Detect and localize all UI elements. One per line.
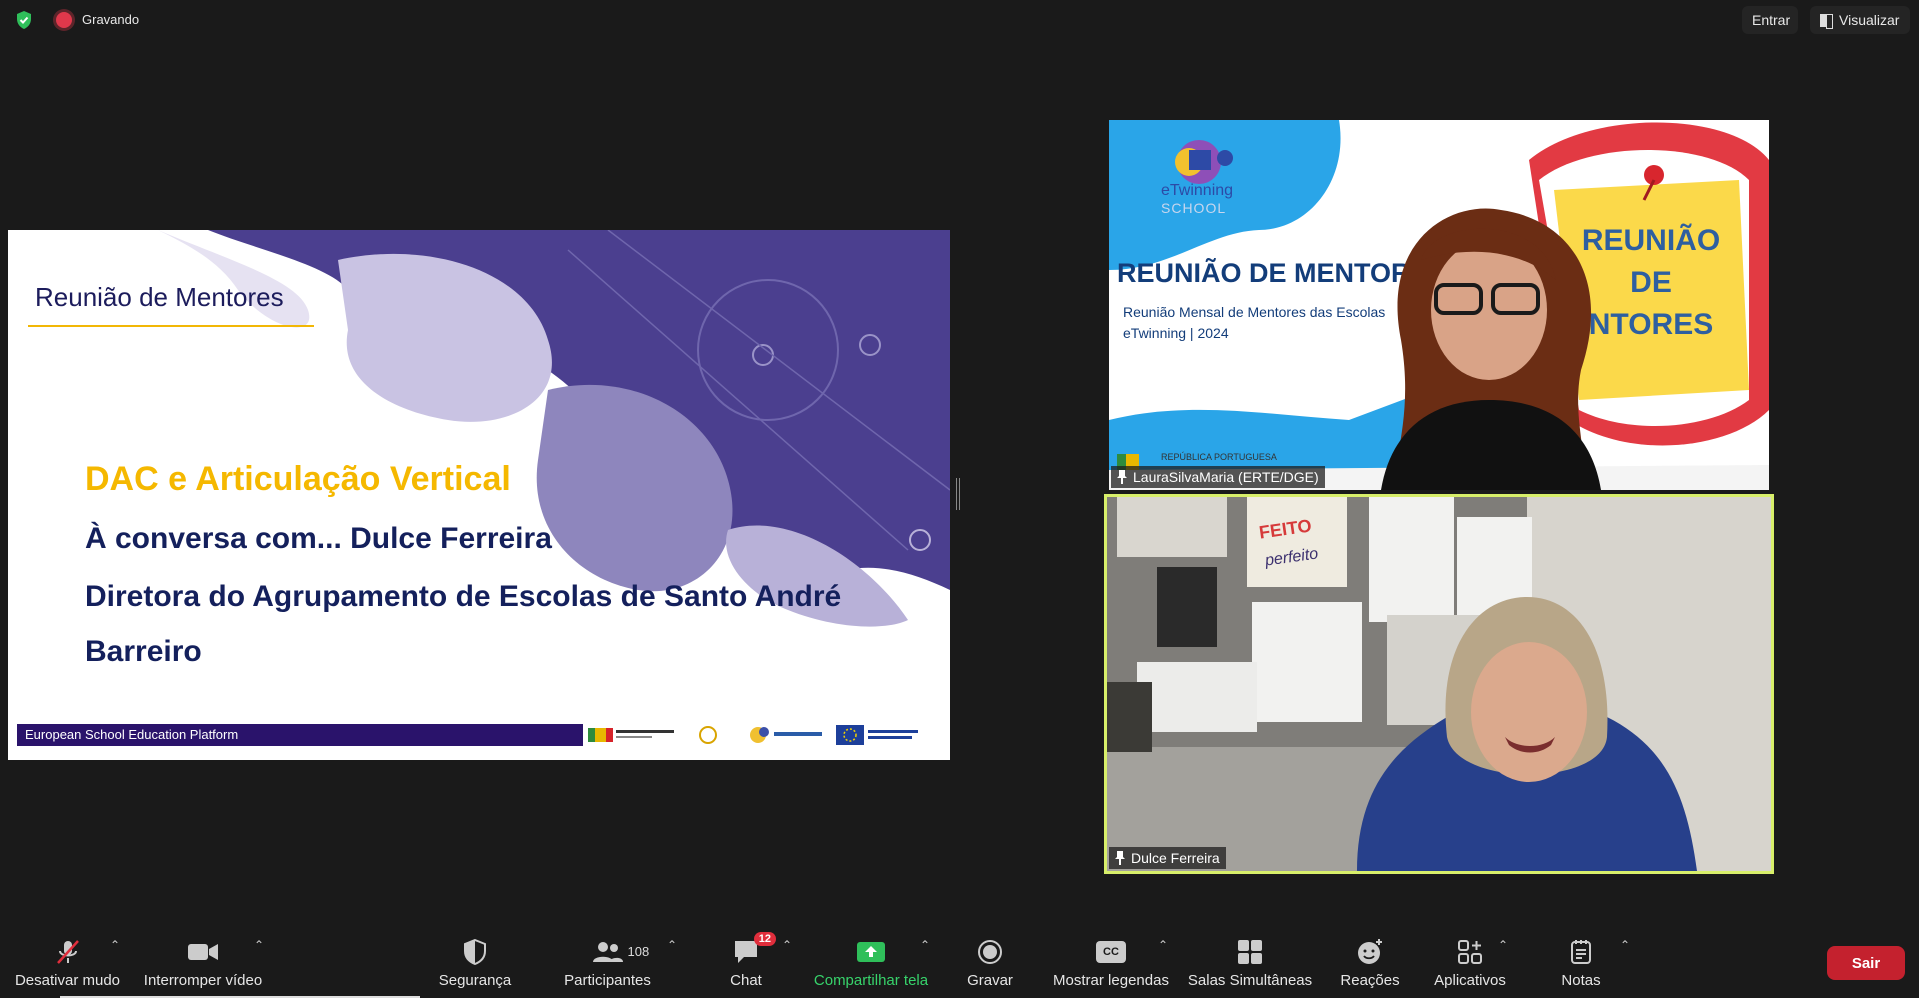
reactions-label: Reações	[1340, 972, 1400, 989]
participants-options-caret[interactable]: ⌃	[667, 938, 677, 952]
participants-label: Participantes	[564, 972, 651, 989]
video-camera-icon	[187, 938, 219, 966]
breakout-rooms-icon	[1234, 938, 1266, 966]
closed-captions-icon: CC	[1095, 938, 1127, 966]
breakout-rooms-button[interactable]: Salas Simultâneas	[1188, 930, 1312, 998]
participant-name: LauraSilvaMaria (ERTE/DGE)	[1133, 469, 1319, 485]
recording-status: Gravando	[82, 12, 140, 27]
notes-options-caret[interactable]: ⌃	[1620, 938, 1630, 952]
share-screen-label: Compartilhar tela	[813, 972, 929, 989]
pin-icon	[1115, 851, 1125, 865]
security-label: Segurança	[438, 972, 512, 989]
apps-label: Aplicativos	[1434, 972, 1506, 989]
unmute-label: Desativar mudo	[14, 972, 121, 989]
chat-button[interactable]: 12 Chat	[712, 930, 780, 998]
participant-name-tag: LauraSilvaMaria (ERTE/DGE)	[1111, 466, 1325, 488]
participant-video-laura	[1381, 208, 1601, 490]
slide-footer-bar: European School Education Platform	[17, 724, 583, 746]
security-button[interactable]: Segurança	[430, 930, 520, 998]
view-label: Visualizar	[1839, 12, 1900, 28]
reactions-icon	[1354, 938, 1386, 966]
view-layout-icon	[1820, 13, 1833, 29]
security-shield-icon[interactable]	[14, 10, 34, 30]
breakout-rooms-label: Salas Simultâneas	[1187, 972, 1313, 989]
video-tile-dulce[interactable]: FEITO perfeito Dulce Ferreira	[1104, 494, 1774, 874]
stop-video-label: Interromper vídeo	[143, 972, 263, 989]
leave-label: Sair	[1851, 954, 1881, 972]
enter-button[interactable]: Entrar	[1742, 6, 1798, 34]
record-icon	[974, 938, 1006, 966]
enter-label: Entrar	[1752, 12, 1791, 28]
chat-unread-badge: 12	[753, 932, 776, 946]
record-button[interactable]: Gravar	[960, 930, 1020, 998]
leave-meeting-button[interactable]: Sair	[1827, 946, 1905, 980]
logo-sub: SCHOOL	[1161, 200, 1227, 216]
footer-text: REPÚBLICA PORTUGUESA	[1161, 452, 1277, 462]
chat-options-caret[interactable]: ⌃	[782, 938, 792, 952]
shared-screen-slide: Reunião de Mentores DAC e Articulação Ve…	[8, 230, 950, 760]
slide-line-role: Diretora do Agrupamento de Escolas de Sa…	[85, 580, 842, 613]
captions-label: Mostrar legendas	[1053, 972, 1169, 989]
banner-subtitle-2: eTwinning | 2024	[1123, 325, 1229, 341]
unmute-button[interactable]: Desativar mudo	[10, 930, 125, 998]
pin-icon	[1117, 470, 1127, 484]
apps-icon	[1454, 938, 1486, 966]
participant-name: Dulce Ferreira	[1131, 850, 1220, 866]
view-button[interactable]: Visualizar	[1810, 6, 1910, 34]
chat-bubble-icon: 12	[730, 932, 776, 966]
video-options-caret[interactable]: ⌃	[254, 938, 264, 952]
partner-logos	[588, 725, 918, 745]
notes-icon	[1565, 938, 1597, 966]
security-shield-icon	[459, 938, 491, 966]
cc-glyph: CC	[1096, 941, 1126, 963]
participants-count: 108	[627, 944, 650, 959]
slide-heading: DAC e Articulação Vertical	[85, 460, 511, 498]
panel-splitter-handle[interactable]	[956, 478, 960, 510]
slide-line-speaker: À conversa com... Dulce Ferreira	[85, 522, 552, 555]
audio-options-caret[interactable]: ⌃	[110, 938, 120, 952]
slide-line-city: Barreiro	[85, 635, 202, 668]
captions-button[interactable]: CC Mostrar legendas	[1050, 930, 1172, 998]
participants-button[interactable]: 108 Participantes	[560, 930, 655, 998]
participants-icon: 108	[592, 938, 649, 966]
share-options-caret[interactable]: ⌃	[920, 938, 930, 952]
video-tile-laura[interactable]: eTwinning SCHOOL REUNIÃO DE MENTORE Reun…	[1109, 120, 1769, 490]
title-underline	[28, 325, 314, 327]
notes-button[interactable]: Notas	[1556, 930, 1606, 998]
share-screen-icon	[855, 938, 887, 966]
recording-icon	[56, 12, 72, 28]
meeting-toolbar: Desativar mudo ⌃ Interromper vídeo ⌃ Seg…	[0, 930, 1919, 998]
share-screen-button[interactable]: Compartilhar tela	[808, 930, 934, 998]
top-bar: Gravando Entrar Visualizar	[0, 0, 1919, 40]
slide-title: Reunião de Mentores	[35, 282, 284, 312]
participant-video-dulce	[1107, 497, 1771, 871]
record-label: Gravar	[967, 972, 1013, 989]
chat-label: Chat	[730, 972, 762, 989]
microphone-muted-icon	[52, 938, 84, 966]
captions-options-caret[interactable]: ⌃	[1158, 938, 1168, 952]
apps-options-caret[interactable]: ⌃	[1498, 938, 1508, 952]
reactions-button[interactable]: Reações	[1338, 930, 1402, 998]
stop-video-button[interactable]: Interromper vídeo	[138, 930, 268, 998]
participant-name-tag: Dulce Ferreira	[1109, 847, 1226, 869]
logo-label: eTwinning	[1161, 182, 1234, 199]
notes-label: Notas	[1561, 972, 1601, 989]
